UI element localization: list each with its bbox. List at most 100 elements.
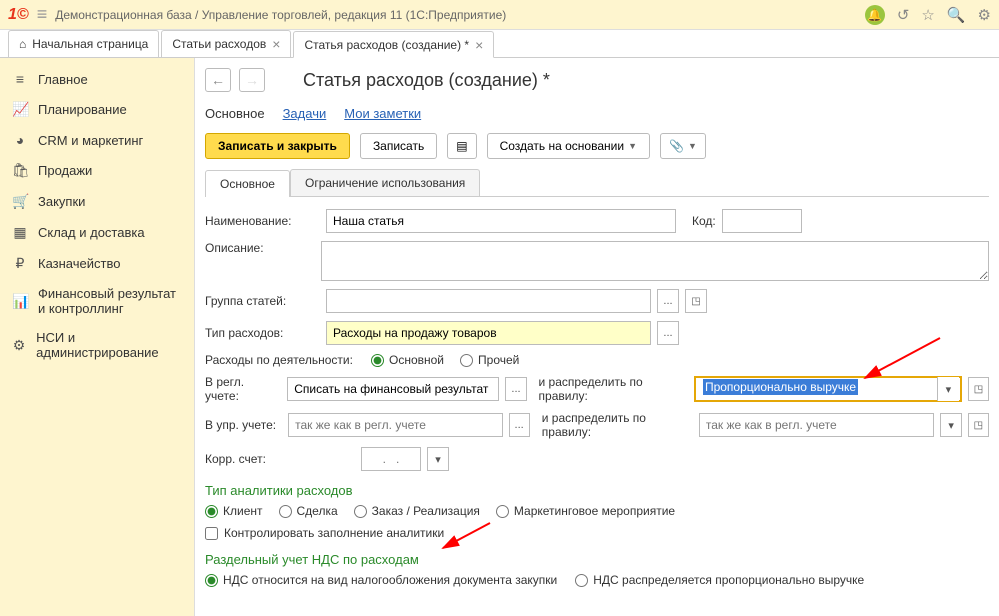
sidebar-item-purchases[interactable]: 🛒Закупки [0,186,194,217]
mgr-input[interactable] [288,413,502,437]
star-icon[interactable]: ☆ [921,6,934,24]
desc-label: Описание: [205,241,315,255]
activity-label: Расходы по деятельности: [205,353,365,367]
control-analytics-checkbox[interactable]: Контролировать заполнение аналитики [205,526,444,540]
name-input[interactable] [326,209,676,233]
select-button[interactable]: ... [657,321,679,345]
subnav-main[interactable]: Основное [205,106,265,121]
chevron-down-icon: ▼ [688,141,697,151]
popup-icon: ◳ [691,296,700,307]
vat-opt1-radio[interactable]: НДС относится на вид налогообложения док… [205,573,557,587]
history-icon[interactable]: ↺ [897,6,910,24]
sidebar-item-crm[interactable]: ◕CRM и маркетинг [0,125,194,155]
subtab-restrict[interactable]: Ограничение использования [290,169,480,196]
list-button[interactable]: ▤ [447,133,476,159]
group-label: Группа статей: [205,294,320,308]
page-title: Статья расходов (создание) * [303,70,550,91]
distr-label: и распределить по правилу: [539,375,688,403]
select-button[interactable]: ... [505,377,526,401]
settings-icon[interactable]: ⚙ [978,6,991,24]
bag-icon: 🛍 [12,162,28,179]
home-icon: ⌂ [19,37,26,51]
menu-icon: ≡ [12,71,28,87]
pie-icon: ◕ [12,132,28,148]
logo-1c: 1© [8,6,29,24]
close-icon[interactable]: × [475,37,483,53]
distr2-label: и распределить по правилу: [542,411,693,439]
dropdown-button[interactable]: ▾ [427,447,449,471]
type-label: Тип расходов: [205,326,320,340]
distr-rule-field[interactable]: Пропорционально выручке ▾ [694,376,962,402]
toolbar: Записать и закрыть Записать ▤ Создать на… [205,133,989,159]
sidebar-item-planning[interactable]: 📈Планирование [0,94,194,125]
korr-input[interactable] [361,447,421,471]
analytics-client-radio[interactable]: Клиент [205,504,263,518]
popup-button[interactable]: ◳ [968,413,989,437]
reg-input[interactable] [287,377,499,401]
tab-articles[interactable]: Статьи расходов× [161,30,291,57]
analytics-order-radio[interactable]: Заказ / Реализация [354,504,480,518]
group-input[interactable] [326,289,651,313]
reg-label: В регл. учете: [205,375,281,403]
type-input[interactable] [326,321,651,345]
close-icon[interactable]: × [272,36,280,52]
distr2-input[interactable] [699,413,935,437]
attachments-button[interactable]: 📎▼ [660,133,706,159]
activity-main-radio[interactable]: Основной [371,353,444,367]
sidebar-item-main[interactable]: ≡Главное [0,64,194,94]
popup-icon: ◳ [974,420,983,431]
vat-opt2-radio[interactable]: НДС распределяется пропорционально выруч… [575,573,864,587]
sidebar: ≡Главное 📈Планирование ◕CRM и маркетинг … [0,58,195,616]
bell-icon[interactable]: 🔔 [865,5,885,25]
dropdown-button[interactable]: ▾ [940,413,961,437]
popup-button[interactable]: ◳ [968,377,989,401]
select-button[interactable]: ... [657,289,679,313]
menu-icon[interactable]: ≡ [37,4,48,25]
korr-label: Корр. счет: [205,452,355,466]
cart-icon: 🛒 [12,193,28,210]
app-title: Демонстрационная база / Управление торго… [55,8,506,22]
vat-header: Раздельный учет НДС по расходам [205,552,989,567]
select-button[interactable]: ... [509,413,530,437]
dropdown-button[interactable]: ▾ [937,377,959,401]
distr-rule-value: Пропорционально выручке [703,379,858,395]
subtab-main[interactable]: Основное [205,170,290,197]
subnav-tasks[interactable]: Задачи [283,106,327,121]
forward-button[interactable]: → [239,68,265,92]
activity-other-radio[interactable]: Прочей [460,353,519,367]
save-close-button[interactable]: Записать и закрыть [205,133,350,159]
analytics-marketing-radio[interactable]: Маркетинговое мероприятие [496,504,675,518]
code-label: Код: [692,214,716,228]
topbar-icons: 🔔 ↺ ☆ 🔍 ⚙ [865,5,991,25]
name-label: Наименование: [205,214,320,228]
back-button[interactable]: ← [205,68,231,92]
chevron-down-icon: ▼ [628,141,637,151]
sidebar-item-treasury[interactable]: ₽Казначейство [0,248,194,279]
create-on-basis-button[interactable]: Создать на основании▼ [487,133,650,159]
bars-icon: 📊 [12,293,28,310]
gear-icon: ⚙ [12,337,26,354]
desc-input[interactable] [321,241,989,281]
sidebar-item-sales[interactable]: 🛍Продажи [0,155,194,186]
chart-icon: 📈 [12,101,28,118]
form-tabs: Основное Ограничение использования [205,169,989,197]
analytics-deal-radio[interactable]: Сделка [279,504,338,518]
ruble-icon: ₽ [12,255,28,272]
tab-home[interactable]: ⌂Начальная страница [8,30,159,57]
grid-icon: ▦ [12,224,28,241]
subnav-notes[interactable]: Мои заметки [344,106,421,121]
content-area: ← → Статья расходов (создание) * Основно… [195,58,999,616]
sidebar-item-warehouse[interactable]: ▦Склад и доставка [0,217,194,248]
sidebar-item-admin[interactable]: ⚙НСИ и администрирование [0,323,194,367]
sidebar-item-finance[interactable]: 📊Финансовый результат и контроллинг [0,279,194,323]
analytics-header: Тип аналитики расходов [205,483,989,498]
topbar: 1© ≡ Демонстрационная база / Управление … [0,0,999,30]
search-icon[interactable]: 🔍 [947,6,966,24]
save-button[interactable]: Записать [360,133,437,159]
code-input[interactable] [722,209,802,233]
tab-article-create[interactable]: Статья расходов (создание) *× [293,31,494,58]
page-subnav: Основное Задачи Мои заметки [205,106,989,121]
mgr-label: В упр. учете: [205,418,282,432]
popup-button[interactable]: ◳ [685,289,707,313]
tabs-row: ⌂Начальная страница Статьи расходов× Ста… [0,30,999,58]
